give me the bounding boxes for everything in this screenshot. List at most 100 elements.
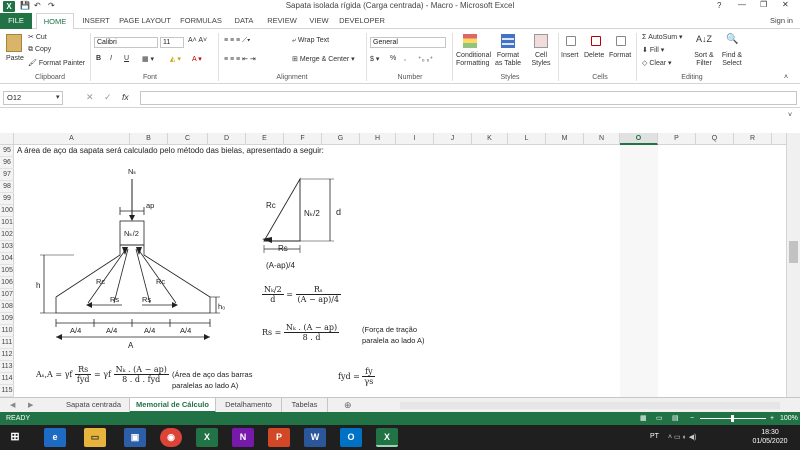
tray-icons[interactable]: ˄ ▭ ◐ ◀)	[668, 433, 696, 441]
font-name-select[interactable]: Calibri	[94, 37, 158, 48]
row-header[interactable]: 109	[0, 313, 14, 325]
row-header[interactable]: 102	[0, 229, 14, 241]
row-header[interactable]: 100	[0, 205, 14, 217]
clock-time[interactable]: 18:30	[752, 429, 788, 436]
row-header[interactable]: 113	[0, 361, 14, 373]
column-header-i[interactable]: I	[396, 133, 434, 145]
format-button[interactable]: Format	[609, 52, 631, 59]
row-header[interactable]: 114	[0, 373, 14, 385]
language-indicator[interactable]: PT	[650, 433, 659, 440]
sheet-tab-detalhamento[interactable]: Detalhamento	[216, 398, 282, 413]
vertical-scroll-thumb[interactable]	[789, 241, 798, 263]
tab-review[interactable]: REVIEW	[262, 13, 302, 29]
row-header[interactable]: 98	[0, 181, 14, 193]
font-size-select[interactable]: 11	[160, 37, 184, 48]
tab-data[interactable]: DATA	[228, 13, 260, 29]
tab-developer[interactable]: DEVELOPER	[336, 13, 388, 29]
row-header[interactable]: 111	[0, 337, 14, 349]
tab-view[interactable]: VIEW	[304, 13, 334, 29]
decimal-icons[interactable]: ⁺₀ ₀⁺	[418, 55, 433, 63]
page-break-view-icon[interactable]: ▤	[672, 412, 679, 425]
onenote-icon[interactable]: N	[232, 428, 254, 447]
conditional-formatting-button[interactable]: Conditional Formatting	[456, 52, 491, 68]
wrap-text-button[interactable]: ⤶ Wrap Text	[292, 37, 329, 45]
close-icon[interactable]: ✕	[782, 0, 789, 9]
worksheet-grid[interactable]: A área de aço da sapata será calculado p…	[14, 145, 786, 397]
name-box[interactable]: O12	[3, 91, 63, 105]
excel-taskbar-icon[interactable]: X	[196, 428, 218, 447]
column-header-a[interactable]: A	[14, 133, 130, 145]
paste-button[interactable]: Paste	[6, 55, 24, 62]
row-header[interactable]: 106	[0, 277, 14, 289]
bold-button[interactable]: B	[96, 55, 101, 62]
align-top-icons[interactable]: ≡ ≡ ≡ ⟋▾	[224, 37, 250, 45]
tab-formulas[interactable]: FORMULAS	[176, 13, 226, 29]
fill-button[interactable]: ⬇ Fill ▾	[642, 46, 664, 54]
tab-insert[interactable]: INSERT	[78, 13, 114, 29]
select-all-button[interactable]	[0, 133, 14, 145]
collapse-ribbon-icon[interactable]: ˄	[784, 74, 788, 81]
powerpoint-icon[interactable]: P	[268, 428, 290, 447]
add-sheet-icon[interactable]: ⊕	[344, 400, 352, 411]
sheet-tab-sapata-centrada[interactable]: Sapata centrada	[58, 398, 130, 413]
delete-button[interactable]: Delete	[584, 52, 604, 59]
row-header[interactable]: 101	[0, 217, 14, 229]
help-icon[interactable]: ?	[717, 1, 721, 10]
merge-center-button[interactable]: ⊞ Merge & Center ▾	[292, 55, 355, 63]
word-icon[interactable]: W	[304, 428, 326, 447]
autosum-button[interactable]: Σ AutoSum ▾	[642, 33, 683, 41]
sort-filter-icon[interactable]: A↓Z	[696, 34, 712, 44]
grow-font-icon[interactable]: A˄ A˅	[188, 37, 207, 44]
tab-page-layout[interactable]: PAGE LAYOUT	[116, 13, 174, 29]
format-table-icon[interactable]	[501, 34, 515, 48]
sheet-tab-tabelas[interactable]: Tabelas	[282, 398, 328, 413]
row-header[interactable]: 115	[0, 385, 14, 397]
outlook-icon[interactable]: O	[340, 428, 362, 447]
sign-in-link[interactable]: Sign in	[770, 16, 793, 25]
zoom-out-icon[interactable]: −	[690, 412, 694, 425]
find-select-icon[interactable]: 🔍	[726, 34, 738, 45]
column-header-n[interactable]: N	[584, 133, 620, 145]
fill-color-icon[interactable]: ◭ ▾	[170, 55, 181, 63]
column-header-q[interactable]: Q	[696, 133, 734, 145]
column-header-f[interactable]: F	[284, 133, 322, 145]
find-select-button[interactable]: Find & Select	[718, 52, 746, 68]
column-header-p[interactable]: P	[658, 133, 696, 145]
row-header[interactable]: 103	[0, 241, 14, 253]
restore-icon[interactable]: ❐	[760, 0, 767, 9]
column-header-c[interactable]: C	[168, 133, 208, 145]
format-as-table-button[interactable]: Format as Table	[494, 52, 522, 68]
name-box-dropdown-icon[interactable]: ▾	[56, 93, 60, 101]
file-explorer-icon[interactable]: ▭	[84, 428, 106, 447]
underline-button[interactable]: U	[124, 55, 129, 62]
store-icon[interactable]: ▣	[124, 428, 146, 447]
sort-filter-button[interactable]: Sort & Filter	[690, 52, 718, 68]
cancel-icon[interactable]: ✕	[86, 92, 94, 103]
delete-cells-icon[interactable]	[591, 36, 601, 46]
windows-start-icon[interactable]: ⊞	[4, 428, 26, 447]
clock-date[interactable]: 01/05/2020	[752, 438, 788, 445]
horizontal-scrollbar[interactable]	[400, 402, 780, 409]
column-header-d[interactable]: D	[208, 133, 246, 145]
row-header[interactable]: 95	[0, 145, 14, 157]
column-header-m[interactable]: M	[546, 133, 584, 145]
column-header-b[interactable]: B	[130, 133, 168, 145]
normal-view-icon[interactable]: ▦	[640, 412, 647, 425]
zoom-in-icon[interactable]: +	[770, 412, 774, 425]
paste-icon[interactable]	[6, 34, 22, 52]
percent-button[interactable]: %	[390, 55, 396, 62]
row-header[interactable]: 105	[0, 265, 14, 277]
row-header[interactable]: 110	[0, 325, 14, 337]
number-format-select[interactable]: General	[370, 37, 446, 48]
formula-input[interactable]	[140, 91, 797, 105]
row-header[interactable]: 96	[0, 157, 14, 169]
row-header[interactable]: 99	[0, 193, 14, 205]
row-header[interactable]: 112	[0, 349, 14, 361]
column-header-h[interactable]: H	[360, 133, 396, 145]
minimize-icon[interactable]: —	[738, 0, 746, 9]
align-left-icons[interactable]: ≡ ≡ ≡ ⇤ ⇥	[224, 55, 256, 63]
chrome-icon[interactable]: ◉	[160, 428, 182, 447]
cut-button[interactable]: ✂ Cut	[28, 33, 47, 41]
row-header[interactable]: 108	[0, 301, 14, 313]
zoom-level[interactable]: 100%	[780, 412, 798, 425]
